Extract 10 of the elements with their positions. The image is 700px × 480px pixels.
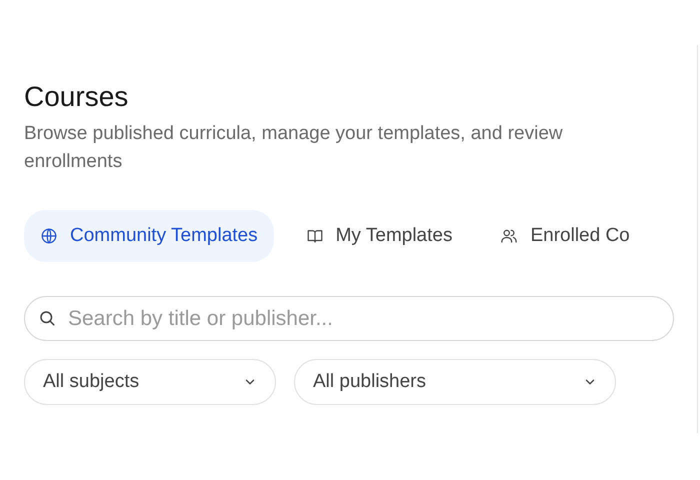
search-icon <box>38 309 56 328</box>
tab[interactable]: Community Templates <box>24 210 274 262</box>
filter-dropdown[interactable]: All publishers <box>294 359 616 406</box>
globe-icon <box>40 226 58 245</box>
tab[interactable]: My Templates <box>290 210 468 262</box>
search-field[interactable]: Search by title or publisher... <box>24 296 674 342</box>
tab[interactable]: Enrolled Co <box>484 210 646 262</box>
page-title: Courses <box>24 80 130 114</box>
page-subtitle: Browse published curricula, manage your templates, and review enrollments <box>24 122 564 174</box>
filter-dropdown[interactable]: All subjects <box>24 359 276 406</box>
